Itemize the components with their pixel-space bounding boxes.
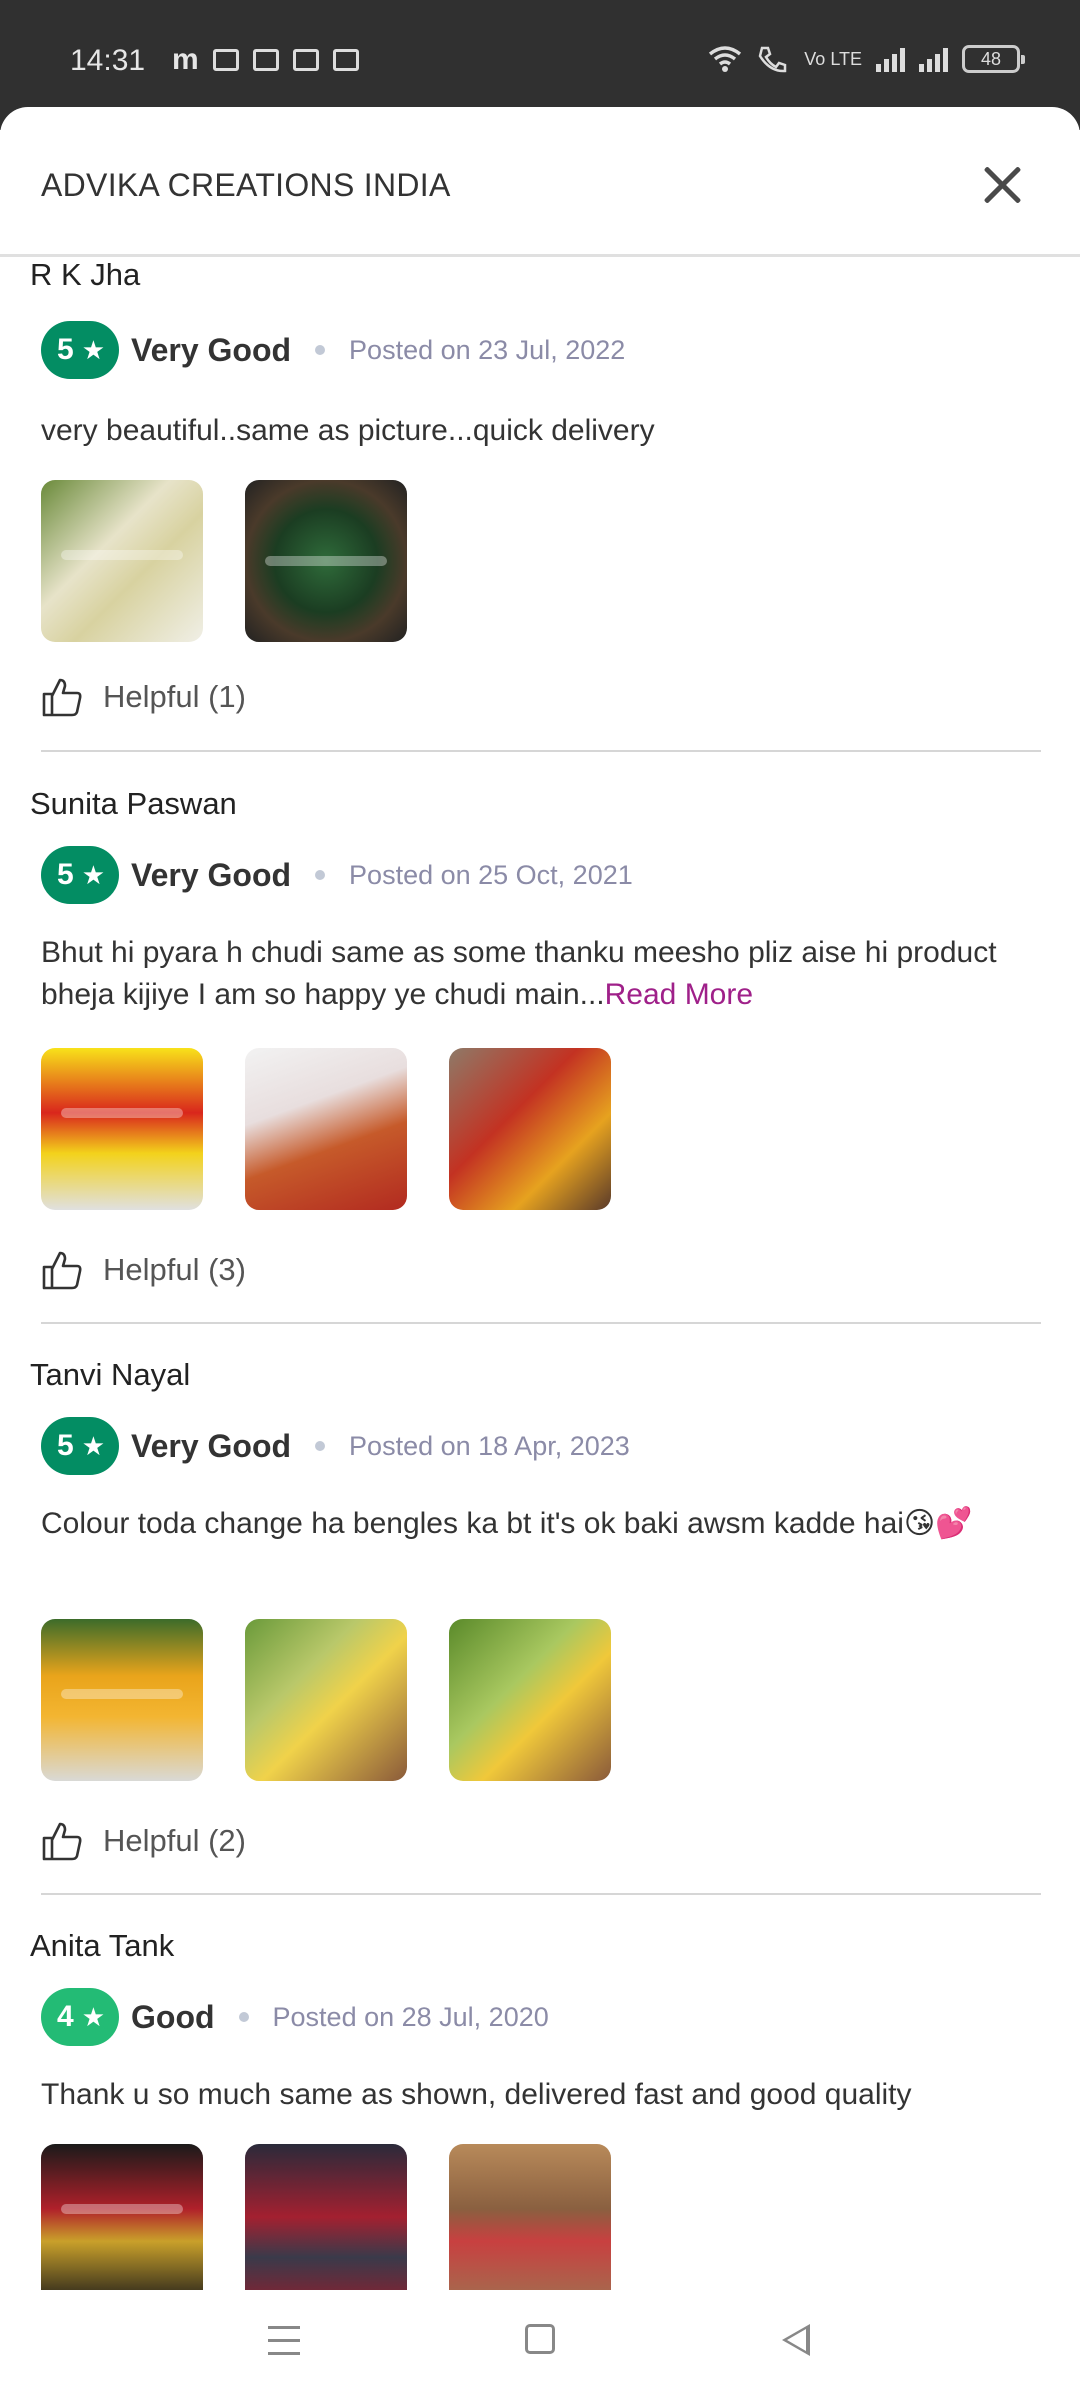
review-divider (41, 750, 1041, 752)
calendar-icon (332, 49, 359, 71)
review-text: Bhut hi pyara h chudi same as some thank… (41, 936, 997, 1011)
rating-row: 5 ★ Very Good Posted on 23 Jul, 2022 (41, 321, 625, 379)
review-image[interactable] (449, 2144, 611, 2290)
review-images (41, 1048, 611, 1210)
reviewer-name: Tanvi Nayal (30, 1357, 191, 1392)
helpful-button[interactable]: Helpful (2) (41, 1819, 246, 1863)
thumbs-up-icon (42, 1251, 82, 1290)
review-image[interactable] (41, 1619, 203, 1781)
notification-icons: m (172, 43, 359, 76)
review-image[interactable] (41, 480, 203, 642)
back-icon[interactable] (782, 2324, 810, 2356)
seller-title: ADVIKA CREATIONS INDIA (41, 167, 451, 203)
review-image[interactable] (245, 1048, 407, 1210)
review-image[interactable] (449, 1619, 611, 1781)
navigation-bar (0, 2290, 1080, 2400)
separator-dot (315, 345, 326, 355)
calendar-icon (252, 49, 279, 71)
rating-label: Very Good (131, 1427, 292, 1464)
posted-date: Posted on 28 Jul, 2020 (272, 2001, 549, 2032)
reviews-sheet: ADVIKA CREATIONS INDIA R K Jha 5 ★ Very … (0, 107, 1080, 2400)
star-icon: ★ (81, 2001, 105, 2032)
rating-label: Very Good (131, 856, 292, 893)
review-image[interactable] (41, 2144, 203, 2290)
rating-row: 4 ★ Good Posted on 28 Jul, 2020 (41, 1988, 549, 2046)
read-more-link[interactable]: Read More (605, 978, 753, 1011)
review-text: Colour toda change ha bengles ka bt it's… (41, 1507, 973, 1540)
mail-icon (212, 49, 239, 71)
posted-date: Posted on 23 Jul, 2022 (349, 334, 626, 365)
review-image[interactable] (449, 1048, 611, 1210)
thumbs-up-icon (42, 1822, 82, 1861)
rating-value: 5 (57, 1429, 74, 1462)
signal-icon (919, 46, 948, 72)
rating-value: 5 (57, 858, 74, 891)
battery-icon: 48 (962, 45, 1025, 73)
helpful-button[interactable]: Helpful (1) (41, 675, 246, 719)
review-image[interactable] (245, 1619, 407, 1781)
thumbs-up-icon (42, 678, 82, 717)
separator-dot (238, 2012, 249, 2022)
star-icon: ★ (81, 334, 105, 365)
rating-badge: 5 ★ (41, 1417, 119, 1475)
posted-date: Posted on 18 Apr, 2023 (349, 1430, 630, 1461)
sheet-header: ADVIKA CREATIONS INDIA (0, 107, 1080, 257)
reviews-list[interactable]: R K Jha 5 ★ Very Good Posted on 23 Jul, … (0, 260, 1080, 2290)
review-image[interactable] (41, 1048, 203, 1210)
rating-row: 5 ★ Very Good Posted on 18 Apr, 2023 (41, 1417, 630, 1475)
separator-dot (315, 1441, 326, 1451)
wifi-calling-icon (758, 46, 787, 73)
system-icons: Vo LTE 48 (708, 44, 1025, 74)
star-icon: ★ (81, 859, 105, 890)
review-divider (41, 1322, 1041, 1324)
review-images (41, 1619, 611, 1781)
review-images (41, 480, 407, 642)
reviewer-name: Anita Tank (30, 1928, 175, 1963)
rating-badge: 4 ★ (41, 1988, 119, 2046)
helpful-label: Helpful (3) (103, 1252, 246, 1287)
recent-apps-icon[interactable] (268, 2326, 300, 2356)
home-icon[interactable] (525, 2324, 555, 2354)
review-image[interactable] (245, 480, 407, 642)
status-time: 14:31 (70, 44, 146, 77)
review-divider (41, 1893, 1041, 1895)
wifi-icon (709, 46, 742, 72)
helpful-label: Helpful (2) (103, 1823, 246, 1858)
rating-label: Good (131, 1998, 215, 2035)
rating-value: 4 (57, 2000, 74, 2033)
close-button[interactable] (976, 159, 1030, 213)
rating-badge: 5 ★ (41, 846, 119, 904)
rating-badge: 5 ★ (41, 321, 119, 379)
helpful-label: Helpful (1) (103, 679, 246, 714)
reviewer-name: R K Jha (30, 260, 141, 292)
reviewer-name: Sunita Paswan (30, 786, 237, 821)
calendar-icon (292, 49, 319, 71)
rating-value: 5 (57, 333, 74, 366)
separator-dot (315, 870, 326, 880)
review-image[interactable] (245, 2144, 407, 2290)
helpful-button[interactable]: Helpful (3) (41, 1248, 246, 1292)
posted-date: Posted on 25 Oct, 2021 (349, 859, 633, 890)
review-images (41, 2144, 611, 2290)
review-text: Thank u so much same as shown, delivered… (41, 2078, 912, 2111)
rating-row: 5 ★ Very Good Posted on 25 Oct, 2021 (41, 846, 633, 904)
notification-app-icon: m (172, 43, 199, 76)
review-text: very beautiful..same as picture...quick … (41, 414, 655, 447)
volte-icon: Vo LTE (804, 48, 862, 69)
rating-label: Very Good (131, 331, 292, 368)
star-icon: ★ (81, 1430, 105, 1461)
signal-icon (876, 46, 905, 72)
